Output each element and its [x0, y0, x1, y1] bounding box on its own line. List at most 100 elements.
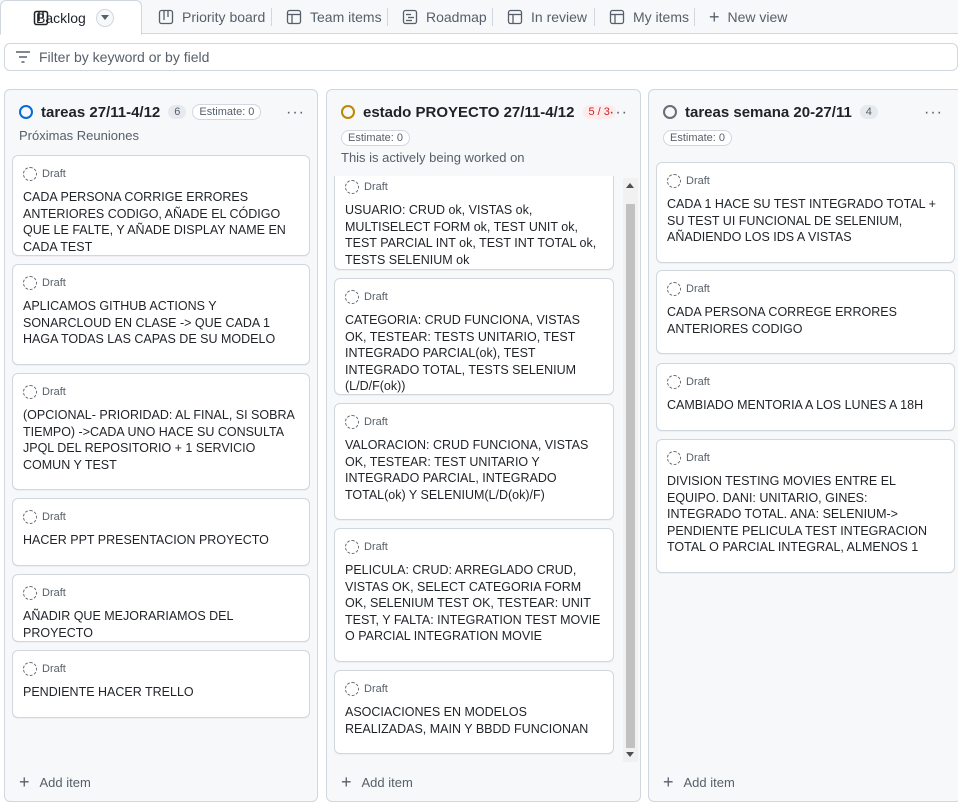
draft-icon	[23, 276, 37, 290]
add-item-button[interactable]: + Add item	[19, 773, 91, 791]
new-view-button[interactable]: + New view	[709, 0, 787, 34]
column-scroll-area[interactable]: Draft USUARIO: CRUD ok, VISTAS ok, MULTI…	[327, 176, 623, 764]
draft-icon	[23, 586, 37, 600]
plus-icon: +	[709, 7, 720, 27]
draft-icon	[345, 540, 359, 554]
roadmap-icon	[402, 9, 418, 25]
chevron-down-icon	[100, 14, 109, 20]
tab-priority-board[interactable]: Priority board	[158, 0, 265, 34]
item-card[interactable]: Draft USUARIO: CRUD ok, VISTAS ok, MULTI…	[334, 176, 614, 270]
tab-divider	[492, 8, 493, 26]
tab-in-review[interactable]: In review	[507, 0, 587, 34]
item-card[interactable]: Draft PELICULA: CRUD: ARREGLADO CRUD, VI…	[334, 528, 614, 662]
add-item-button[interactable]: + Add item	[663, 773, 735, 791]
plus-icon: +	[341, 772, 352, 792]
draft-label: Draft	[364, 181, 388, 193]
item-count-badge: 4	[859, 105, 878, 119]
draft-label: Draft	[42, 663, 66, 675]
item-card[interactable]: Draft HACER PPT PRESENTACION PROYECTO	[12, 498, 310, 566]
plus-icon: +	[19, 772, 30, 792]
item-card[interactable]: Draft ASOCIACIONES EN MODELOS REALIZADAS…	[334, 670, 614, 754]
draft-icon	[345, 290, 359, 304]
scroll-down-arrow-icon[interactable]	[626, 752, 634, 757]
column-title: tareas 27/11-4/12	[41, 103, 161, 121]
tab-divider	[271, 8, 272, 26]
card-title[interactable]: PENDIENTE HACER TRELLO	[23, 684, 299, 701]
card-title[interactable]: USUARIO: CRUD ok, VISTAS ok, MULTISELECT…	[345, 202, 603, 268]
card-title[interactable]: CADA PERSONA CORRIGE ERRORES ANTERIORES …	[23, 189, 299, 255]
item-card[interactable]: Draft CAMBIADO MENTORIA A LOS LUNES A 18…	[656, 363, 955, 431]
draft-label: Draft	[364, 291, 388, 303]
item-card[interactable]: Draft (OPCIONAL- PRIORIDAD: AL FINAL, SI…	[12, 373, 310, 490]
tab-options-button[interactable]	[95, 8, 114, 27]
column-menu-icon[interactable]: ···	[286, 104, 305, 122]
draft-label: Draft	[42, 386, 66, 398]
tab-divider	[594, 8, 595, 26]
draft-label: Draft	[42, 587, 66, 599]
item-card[interactable]: Draft CADA 1 HACE SU TEST INTEGRADO TOTA…	[656, 162, 955, 263]
card-title[interactable]: (OPCIONAL- PRIORIDAD: AL FINAL, SI SOBRA…	[23, 407, 299, 473]
item-card[interactable]: Draft CADA PERSONA CORRIGE ERRORES ANTER…	[12, 155, 310, 256]
add-item-button[interactable]: + Add item	[341, 773, 413, 791]
column-scrollbar[interactable]	[623, 178, 638, 762]
scrollbar-thumb[interactable]	[626, 204, 635, 748]
draft-icon	[23, 662, 37, 676]
draft-icon	[345, 180, 359, 194]
tab-backlog[interactable]: Backlog	[0, 0, 142, 35]
draft-label: Draft	[686, 283, 710, 295]
draft-label: Draft	[686, 452, 710, 464]
draft-label: Draft	[364, 416, 388, 428]
add-item-label: Add item	[683, 774, 735, 790]
draft-icon	[667, 174, 681, 188]
draft-icon	[23, 510, 37, 524]
tab-label: Team items	[310, 9, 382, 25]
card-title[interactable]: DIVISION TESTING MOVIES ENTRE EL EQUIPO.…	[667, 473, 944, 556]
tab-divider	[387, 8, 388, 26]
tab-label: In review	[531, 9, 588, 25]
card-title[interactable]: CATEGORIA: CRUD FUNCIONA, VISTAS OK, TES…	[345, 312, 603, 395]
column-description: This is actively being worked on	[341, 150, 525, 165]
table-icon	[286, 9, 302, 25]
card-title[interactable]: APLICAMOS GITHUB ACTIONS Y SONARCLOUD EN…	[23, 298, 299, 348]
item-card[interactable]: Draft APLICAMOS GITHUB ACTIONS Y SONARCL…	[12, 264, 310, 365]
item-card[interactable]: Draft CATEGORIA: CRUD FUNCIONA, VISTAS O…	[334, 278, 614, 395]
draft-label: Draft	[42, 277, 66, 289]
draft-icon	[667, 282, 681, 296]
card-title[interactable]: CAMBIADO MENTORIA A LOS LUNES A 18H	[667, 397, 944, 414]
draft-icon	[667, 375, 681, 389]
item-card[interactable]: Draft DIVISION TESTING MOVIES ENTRE EL E…	[656, 439, 955, 573]
column-menu-icon[interactable]: ···	[924, 104, 943, 122]
add-item-label: Add item	[361, 774, 413, 790]
card-title[interactable]: PELICULA: CRUD: ARREGLADO CRUD, VISTAS O…	[345, 562, 603, 645]
column-description: Próximas Reuniones	[19, 128, 139, 143]
draft-label: Draft	[686, 376, 710, 388]
filter-input[interactable]: Filter by keyword or by field	[4, 43, 958, 71]
tab-team-items[interactable]: Team items	[286, 0, 382, 34]
column-title: tareas semana 20-27/11	[685, 103, 852, 121]
item-count-badge: 6	[168, 105, 187, 119]
tab-roadmap[interactable]: Roadmap	[402, 0, 487, 34]
draft-icon	[345, 682, 359, 696]
draft-label: Draft	[42, 511, 66, 523]
status-circle-icon	[663, 105, 677, 119]
tab-label: New view	[727, 9, 788, 25]
card-title[interactable]: CADA 1 HACE SU TEST INTEGRADO TOTAL + SU…	[667, 196, 944, 246]
tab-my-items[interactable]: My items	[609, 0, 689, 34]
column-menu-icon[interactable]: ···	[609, 104, 628, 122]
card-title[interactable]: AÑADIR QUE MEJORARIAMOS DEL PROYECTO	[23, 608, 299, 641]
item-card[interactable]: Draft VALORACION: CRUD FUNCIONA, VISTAS …	[334, 403, 614, 520]
card-title[interactable]: ASOCIACIONES EN MODELOS REALIZADAS, MAIN…	[345, 704, 603, 737]
item-card[interactable]: Draft CADA PERSONA CORREGE ERRORES ANTER…	[656, 270, 955, 354]
draft-icon	[23, 167, 37, 181]
plus-icon: +	[663, 772, 674, 792]
draft-icon	[345, 415, 359, 429]
filter-icon	[16, 51, 30, 63]
estimate-badge: Estimate: 0	[663, 130, 733, 146]
tab-label: Priority board	[182, 9, 266, 25]
item-card[interactable]: Draft AÑADIR QUE MEJORARIAMOS DEL PROYEC…	[12, 574, 310, 642]
card-title[interactable]: HACER PPT PRESENTACION PROYECTO	[23, 532, 299, 549]
card-title[interactable]: CADA PERSONA CORREGE ERRORES ANTERIORES …	[667, 304, 944, 337]
scroll-up-arrow-icon[interactable]	[626, 183, 634, 188]
item-card[interactable]: Draft PENDIENTE HACER TRELLO	[12, 650, 310, 718]
card-title[interactable]: VALORACION: CRUD FUNCIONA, VISTAS OK, TE…	[345, 437, 603, 503]
